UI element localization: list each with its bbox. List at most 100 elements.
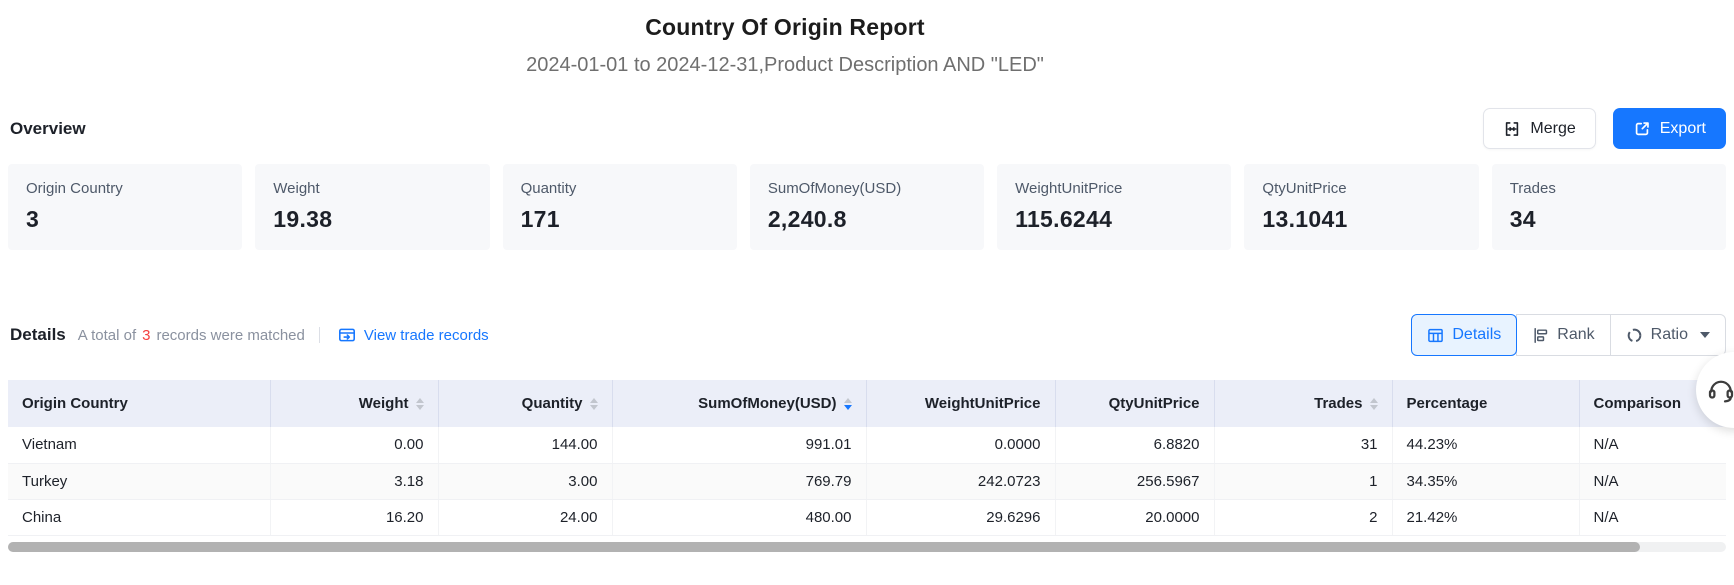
tab-ratio-label: Ratio xyxy=(1651,326,1688,344)
column-header-weight[interactable]: Weight xyxy=(270,380,438,427)
column-header-quantity[interactable]: Quantity xyxy=(438,380,612,427)
tab-details[interactable]: Details xyxy=(1411,314,1517,356)
column-header-origin-country: Origin Country xyxy=(8,380,270,427)
trade-records-icon xyxy=(338,326,356,344)
overview-section-title: Overview xyxy=(10,119,86,139)
tab-ratio[interactable]: Ratio xyxy=(1610,314,1726,356)
tab-rank-label: Rank xyxy=(1557,326,1594,344)
horizontal-scrollbar[interactable] xyxy=(8,542,1726,552)
column-label: Comparison xyxy=(1594,395,1682,412)
caret-up-icon xyxy=(416,398,424,403)
caret-up-icon xyxy=(844,398,852,403)
export-button-label: Export xyxy=(1660,120,1706,138)
column-header-trades[interactable]: Trades xyxy=(1214,380,1392,427)
tab-details-label: Details xyxy=(1452,326,1501,344)
table-cell: N/A xyxy=(1579,427,1726,463)
rank-bars-icon xyxy=(1532,327,1549,344)
stat-card-value: 115.6244 xyxy=(1015,206,1213,233)
column-header-percentage: Percentage xyxy=(1392,380,1579,427)
caret-up-down-icon[interactable] xyxy=(1370,398,1378,410)
report-header: Country Of Origin Report 2024-01-01 to 2… xyxy=(0,0,1570,77)
caret-up-icon xyxy=(590,398,598,403)
table-cell: 20.0000 xyxy=(1055,499,1214,535)
table-grid-icon xyxy=(1427,327,1444,344)
page-subtitle: 2024-01-01 to 2024-12-31,Product Descrip… xyxy=(0,54,1570,77)
stat-card-qtyunitprice: QtyUnitPrice13.1041 xyxy=(1244,164,1478,250)
stat-card-label: WeightUnitPrice xyxy=(1015,180,1213,197)
export-icon xyxy=(1633,120,1651,138)
match-prefix: A total of xyxy=(78,327,136,344)
chevron-down-icon xyxy=(1700,332,1710,338)
table-cell: 0.00 xyxy=(270,427,438,463)
stat-card-label: Trades xyxy=(1510,180,1708,197)
caret-down-icon xyxy=(1370,405,1378,410)
merge-button[interactable]: Merge xyxy=(1483,108,1595,149)
table-cell: Turkey xyxy=(8,463,270,499)
details-summary: Details A total of 3 records were matche… xyxy=(10,325,489,345)
table-cell: 242.0723 xyxy=(866,463,1055,499)
table-cell: N/A xyxy=(1579,463,1726,499)
match-suffix: records were matched xyxy=(156,327,304,344)
table-cell: 1 xyxy=(1214,463,1392,499)
stat-card-value: 171 xyxy=(521,206,719,233)
stat-card-label: Origin Country xyxy=(26,180,224,197)
caret-up-icon xyxy=(1370,398,1378,403)
caret-up-down-icon[interactable] xyxy=(590,398,598,410)
stat-card-trades: Trades 34 xyxy=(1492,164,1726,250)
stat-card-label: Weight xyxy=(273,180,471,197)
view-trade-records-link[interactable]: View trade records xyxy=(338,326,489,344)
table-cell: 24.00 xyxy=(438,499,612,535)
details-toolbar: Details A total of 3 records were matche… xyxy=(10,314,1726,356)
table-cell: 3.18 xyxy=(270,463,438,499)
export-button[interactable]: Export xyxy=(1613,108,1726,149)
stat-card-value: 34 xyxy=(1510,206,1708,233)
scrollbar-thumb[interactable] xyxy=(8,542,1640,552)
table-cell: 769.79 xyxy=(612,463,866,499)
merge-icon xyxy=(1503,120,1521,138)
caret-up-down-icon[interactable] xyxy=(416,398,424,410)
column-label: QtyUnitPrice xyxy=(1109,395,1200,412)
table-cell: 144.00 xyxy=(438,427,612,463)
table-body: Vietnam0.00144.00991.010.00006.88203144.… xyxy=(8,427,1726,535)
details-section-title: Details xyxy=(10,325,66,345)
column-header-sumofmoney-usd[interactable]: SumOfMoney(USD) xyxy=(612,380,866,427)
view-trade-records-label: View trade records xyxy=(364,327,489,344)
caret-down-icon xyxy=(416,405,424,410)
column-header-qtyunitprice: QtyUnitPrice xyxy=(1055,380,1214,427)
column-label: Quantity xyxy=(522,395,583,412)
table-cell: N/A xyxy=(1579,499,1726,535)
match-summary: A total of 3 records were matched xyxy=(78,327,305,344)
details-table: Origin Country Weight Quantity SumOfMoney(U… xyxy=(8,380,1726,536)
table-cell: 2 xyxy=(1214,499,1392,535)
table-cell: 44.23% xyxy=(1392,427,1579,463)
stat-card-value: 2,240.8 xyxy=(768,206,966,233)
column-label: Weight xyxy=(359,395,409,412)
table-row-turkey: Turkey3.183.00769.79242.0723256.5967134.… xyxy=(8,463,1726,499)
stat-card-weightunitprice: WeightUnitPrice 115.6244 xyxy=(997,164,1231,250)
headset-icon xyxy=(1706,375,1734,405)
merge-button-label: Merge xyxy=(1530,120,1575,138)
table-cell: 0.0000 xyxy=(866,427,1055,463)
table-cell: 256.5967 xyxy=(1055,463,1214,499)
match-count: 3 xyxy=(136,327,156,344)
table-cell: 31 xyxy=(1214,427,1392,463)
caret-down-icon xyxy=(590,405,598,410)
tab-rank[interactable]: Rank xyxy=(1516,314,1610,356)
caret-up-down-icon[interactable] xyxy=(844,398,852,410)
page-title: Country Of Origin Report xyxy=(0,14,1570,41)
vertical-divider xyxy=(319,327,320,343)
table-cell: 3.00 xyxy=(438,463,612,499)
column-label: Trades xyxy=(1314,395,1362,412)
ratio-ring-icon xyxy=(1626,327,1643,344)
table-cell: Vietnam xyxy=(8,427,270,463)
overview-cards: Origin Country3Weight19.38Quantity171Sum… xyxy=(8,164,1726,250)
column-label: Origin Country xyxy=(22,395,128,412)
details-table-container: Origin Country Weight Quantity SumOfMoney(U… xyxy=(8,380,1726,536)
column-header-weightunitprice: WeightUnitPrice xyxy=(866,380,1055,427)
caret-down-icon xyxy=(844,405,852,410)
overview-toolbar: Overview Merge Export xyxy=(10,108,1726,149)
column-label: SumOfMoney(USD) xyxy=(698,395,836,412)
toolbar-buttons: Merge Export xyxy=(1483,108,1726,149)
table-row-vietnam: Vietnam0.00144.00991.010.00006.88203144.… xyxy=(8,427,1726,463)
table-cell: 6.8820 xyxy=(1055,427,1214,463)
